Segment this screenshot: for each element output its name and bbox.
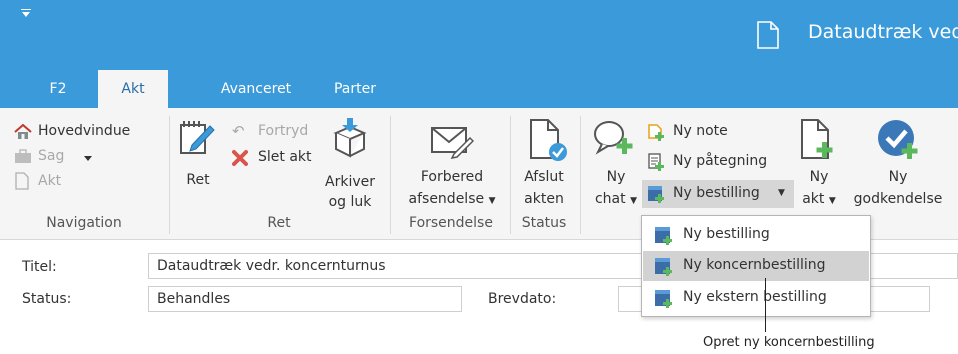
annotation-icon [648, 153, 664, 171]
ny-akt-label-line1: Ny [809, 169, 829, 185]
ny-godk-label-line1: Ny [888, 169, 908, 185]
status-label: Status: [22, 291, 72, 307]
case-icon [15, 149, 31, 163]
menu-item-ny-bestilling[interactable]: Ny bestilling [643, 220, 869, 250]
forbered-label-line2: afsendelse [408, 191, 485, 207]
brevdato-label: Brevdato: [488, 291, 557, 307]
arkiver-og-luk-button[interactable]: Arkiver og luk [322, 172, 378, 212]
order-icon [655, 227, 672, 245]
envelope-icon [431, 127, 474, 160]
order-icon [655, 290, 672, 308]
forbered-dropdown-icon[interactable]: ▼ [489, 196, 496, 206]
approval-icon [878, 120, 918, 159]
delete-x-icon [232, 150, 248, 166]
ny-bestilling-label: Ny bestilling [673, 185, 760, 201]
ny-godkendelse-button[interactable]: Ny godkendelse [846, 166, 950, 210]
ribbon-separator [169, 116, 170, 234]
ribbon-separator [390, 116, 391, 234]
menu-item-label: Ny bestilling [683, 226, 770, 242]
menu-item-label: Ny ekstern bestilling [683, 289, 827, 305]
status-field[interactable]: Behandles [148, 286, 462, 312]
titel-label: Titel: [22, 259, 57, 275]
quick-access-dropdown-icon[interactable] [22, 12, 30, 17]
ny-chat-label-line1: Ny [606, 169, 626, 185]
afslut-akten-button[interactable]: Afslut akten [514, 166, 574, 210]
slet-akt-button[interactable]: Slet akt [258, 149, 312, 165]
menu-item-label: Ny koncernbestilling [683, 257, 826, 273]
order-icon [648, 186, 664, 203]
tab-avanceret[interactable]: Avanceret [212, 70, 300, 108]
group-label-ret: Ret [267, 215, 291, 231]
menu-item-ny-ekstern-bestilling[interactable]: Ny ekstern bestilling [643, 283, 869, 313]
note-icon [648, 124, 664, 141]
ny-bestilling-dropdown-icon[interactable]: ▼ [778, 188, 785, 198]
ny-akt-dropdown-icon[interactable]: ▼ [829, 196, 836, 206]
edit-icon [180, 121, 215, 154]
document-icon [757, 21, 779, 49]
undo-icon: ↶ [232, 122, 245, 140]
arkiver-label-line2: og luk [328, 194, 372, 210]
menu-item-ny-koncernbestilling[interactable]: Ny koncernbestilling [643, 251, 869, 281]
tab-parter[interactable]: Parter [320, 70, 390, 108]
order-icon [655, 258, 672, 276]
archive-box-icon [333, 118, 367, 158]
group-label-navigation: Navigation [46, 215, 122, 231]
tab-f2[interactable]: F2 [38, 70, 78, 108]
ny-chat-button[interactable]: Ny chat ▼ [588, 166, 644, 212]
sag-button[interactable]: Sag [38, 148, 64, 164]
ny-akt-label-line2: akt [802, 191, 825, 207]
afslut-label-line1: Afslut [524, 169, 564, 185]
forbered-afsendelse-button[interactable]: Forbered afsendelse ▼ [400, 166, 504, 212]
callout-line [765, 278, 766, 332]
akt-button[interactable]: Akt [38, 173, 61, 189]
ribbon-separator [510, 116, 511, 234]
ribbon-separator [580, 116, 581, 234]
afslut-label-line2: akten [524, 191, 564, 207]
chat-bubble-icon [594, 121, 633, 155]
new-document-icon [801, 119, 833, 159]
forbered-label-line1: Forbered [420, 169, 484, 185]
home-icon [14, 124, 32, 139]
ret-button[interactable]: Ret [178, 172, 218, 188]
akt-document-icon [15, 172, 29, 190]
ny-chat-dropdown-icon[interactable]: ▼ [630, 196, 637, 206]
tab-akt[interactable]: Akt [98, 70, 168, 109]
ny-godk-label-line2: godkendelse [853, 191, 943, 207]
group-label-forsendelse: Forsendelse [409, 215, 493, 231]
ny-akt-button[interactable]: Ny akt ▼ [794, 166, 844, 212]
arkiver-label-line1: Arkiver [325, 174, 375, 190]
fortryd-button[interactable]: Fortryd [258, 123, 308, 139]
sag-dropdown-icon[interactable] [84, 156, 92, 161]
ny-paategning-button[interactable]: Ny påtegning [673, 153, 767, 169]
ny-chat-label-line2: chat [594, 191, 626, 207]
ny-note-button[interactable]: Ny note [673, 123, 728, 139]
window-title: Dataudtræk vedr [808, 21, 958, 43]
hovedvindue-button[interactable]: Hovedvindue [38, 123, 130, 139]
document-check-icon [530, 119, 567, 161]
quick-access-line [21, 9, 31, 10]
group-label-status: Status [521, 215, 567, 231]
callout-text: Opret ny koncernbestilling [703, 335, 875, 350]
ny-bestilling-dropdown-menu: Ny bestilling Ny koncernbestilling Ny ek… [641, 215, 871, 317]
